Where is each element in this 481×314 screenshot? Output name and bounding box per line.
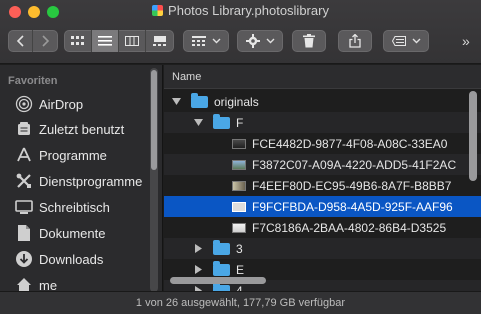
applications-icon	[15, 146, 33, 164]
folder-icon	[213, 239, 230, 255]
tags-icon	[391, 36, 406, 46]
sidebar-item-label: Programme	[39, 147, 107, 163]
chevron-down-icon	[412, 38, 420, 44]
list-item-file[interactable]: FCE4482D-9877-4F08-A08C-33EA0	[164, 133, 481, 154]
file-list: Name originals F FCE4482D-9877-4F08-A08C…	[164, 65, 481, 291]
list-horizontal-scrollbar[interactable]	[170, 277, 266, 284]
icon-view-button[interactable]	[65, 30, 92, 52]
list-item-file[interactable]: F7C8186A-2BAA-4802-86B4-D3525	[164, 217, 481, 238]
recents-icon	[15, 120, 33, 138]
list-item-file[interactable]: F4EEF80D-EC95-49B6-8A7F-B8BB7	[164, 175, 481, 196]
file-name: F3872C07-A09A-4220-ADD5-41F2AC	[252, 157, 457, 172]
column-header-name[interactable]: Name	[164, 65, 481, 89]
status-bar: 1 von 26 ausgewählt, 177,79 GB verfügbar	[0, 291, 481, 314]
disclosure-collapsed-icon[interactable]	[194, 244, 203, 253]
view-mode-control	[64, 30, 174, 52]
documents-icon	[15, 224, 33, 242]
sidebar-item-label: Zuletzt benutzt	[39, 121, 125, 137]
list-vertical-scrollbar[interactable]	[469, 91, 477, 181]
trash-button[interactable]	[292, 30, 326, 52]
list-item-folder[interactable]: 3	[164, 238, 481, 259]
sidebar-heading-favorites: Favoriten	[8, 75, 58, 87]
sidebar-item-label: Schreibtisch	[39, 199, 110, 215]
status-text: 1 von 26 ausgewählt, 177,79 GB verfügbar	[135, 297, 346, 309]
disclosure-collapsed-icon[interactable]	[194, 265, 203, 274]
gear-icon	[245, 34, 260, 48]
window-title-area: Photos Library.photoslibrary	[0, 3, 481, 18]
trash-icon	[303, 34, 315, 48]
photos-library-icon	[152, 5, 164, 16]
sidebar-item-label: me	[39, 277, 58, 292]
gallery-view-button[interactable]	[146, 30, 173, 52]
file-name: E	[236, 262, 245, 277]
image-thumbnail-icon	[232, 180, 246, 191]
utilities-icon	[15, 172, 33, 190]
gallery-view-icon	[152, 36, 166, 46]
window-title: Photos Library.photoslibrary	[168, 3, 329, 18]
sidebar-item-utilities[interactable]: Dienstprogramme	[0, 169, 150, 193]
sidebar-scrollbar[interactable]	[150, 68, 158, 291]
sidebar-item-label: Dienstprogramme	[39, 173, 143, 189]
tags-button[interactable]	[383, 30, 429, 52]
folder-icon	[213, 113, 230, 129]
sidebar-item-label: AirDrop	[39, 96, 84, 112]
disclosure-expanded-icon[interactable]	[194, 118, 203, 127]
sidebar-item-label: Dokumente	[39, 225, 106, 241]
list-item-folder[interactable]: originals	[164, 91, 481, 112]
group-by-button[interactable]	[183, 30, 229, 52]
home-icon	[15, 276, 33, 291]
group-grid-icon	[191, 36, 206, 46]
downloads-icon	[15, 250, 33, 268]
file-name: F9FCFBDA-D958-4A5D-925F-AAF96	[252, 199, 453, 214]
sidebar: Favoriten AirDrop Zuletzt benutzt Progra…	[0, 65, 163, 291]
file-name: F	[236, 115, 244, 130]
folder-icon	[191, 92, 208, 108]
sidebar-item-recents[interactable]: Zuletzt benutzt	[0, 117, 150, 141]
airdrop-icon	[15, 95, 33, 113]
sidebar-scrollbar-thumb[interactable]	[151, 70, 157, 170]
column-view-button[interactable]	[119, 30, 146, 52]
back-button[interactable]	[9, 30, 33, 52]
toolbar-overflow-button[interactable]: »	[462, 33, 470, 49]
back-forward-control	[8, 30, 58, 52]
sidebar-item-downloads[interactable]: Downloads	[0, 247, 150, 271]
action-menu-button[interactable]	[237, 30, 283, 52]
image-thumbnail-icon	[232, 222, 246, 233]
sidebar-item-home[interactable]: me	[0, 273, 150, 291]
file-name: 4	[236, 283, 243, 292]
chevron-down-icon	[212, 38, 220, 44]
file-name: originals	[214, 94, 259, 109]
image-thumbnail-icon	[232, 159, 246, 170]
list-item-file-selected[interactable]: F9FCFBDA-D958-4A5D-925F-AAF96	[164, 196, 481, 217]
list-item-folder[interactable]: F	[164, 112, 481, 133]
sidebar-item-label: Downloads	[39, 251, 104, 267]
file-name: FCE4482D-9877-4F08-A08C-33EA0	[252, 136, 448, 151]
share-button[interactable]	[338, 30, 372, 52]
forward-button[interactable]	[33, 30, 57, 52]
icon-view-icon	[71, 36, 84, 45]
disclosure-expanded-icon[interactable]	[172, 97, 181, 106]
file-name: F4EEF80D-EC95-49B6-8A7F-B8BB7	[252, 178, 452, 193]
folder-icon	[213, 260, 230, 276]
sidebar-item-documents[interactable]: Dokumente	[0, 221, 150, 245]
sidebar-item-desktop[interactable]: Schreibtisch	[0, 195, 150, 219]
list-item-file[interactable]: F3872C07-A09A-4220-ADD5-41F2AC	[164, 154, 481, 175]
image-thumbnail-icon	[232, 138, 246, 149]
file-name: 3	[236, 241, 243, 256]
column-view-icon	[125, 36, 139, 46]
list-view-icon	[98, 36, 112, 46]
sidebar-item-applications[interactable]: Programme	[0, 143, 150, 167]
desktop-icon	[15, 198, 33, 216]
sidebar-item-airdrop[interactable]: AirDrop	[0, 92, 150, 116]
image-thumbnail-icon	[232, 201, 246, 212]
file-name: F7C8186A-2BAA-4802-86B4-D3525	[252, 220, 447, 235]
share-icon	[349, 34, 361, 48]
chevron-down-icon	[266, 38, 274, 44]
list-view-button[interactable]	[92, 30, 119, 52]
window-toolbar: Photos Library.photoslibrary »	[0, 0, 481, 64]
chevron-right-icon	[42, 35, 50, 47]
chevron-left-icon	[16, 35, 24, 47]
